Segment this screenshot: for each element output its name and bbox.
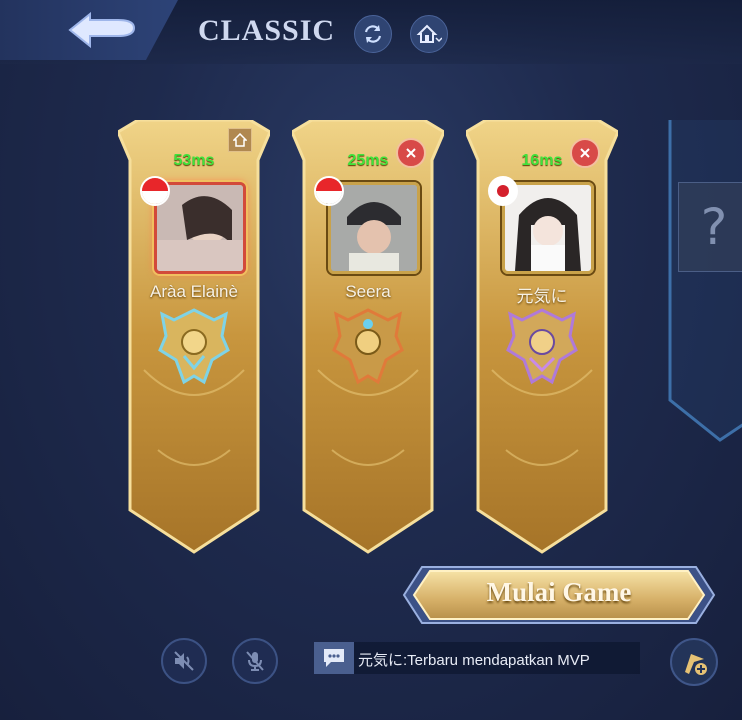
home-visibility-button[interactable] — [410, 15, 448, 53]
player-slot-3[interactable]: 16ms 元気に — [466, 120, 618, 560]
rank-emblem-icon — [332, 308, 404, 385]
chat-message: 元気に:Terbaru mendapatkan MVP — [358, 652, 590, 669]
player-slot-1[interactable]: 53ms Aràa Elainè — [118, 120, 270, 560]
home-icon — [416, 24, 442, 43]
player-name: Aràa Elainè — [150, 282, 238, 301]
top-bar: CLASSIC — [0, 0, 742, 64]
ping-label: 25ms — [347, 152, 389, 169]
ping-label: 16ms — [521, 152, 563, 169]
back-button[interactable] — [0, 0, 178, 60]
indonesia-flag-icon — [314, 176, 344, 206]
empty-slot-placeholder: ? — [678, 182, 742, 272]
mic-muted-icon — [246, 651, 264, 671]
invite-share-button[interactable] — [670, 638, 718, 686]
host-home-icon — [228, 128, 252, 152]
question-mark-icon: ? — [700, 198, 728, 256]
japan-flag-icon — [488, 176, 518, 206]
mic-mute-button[interactable] — [232, 638, 278, 684]
refresh-icon — [364, 25, 382, 43]
speaker-muted-icon — [174, 651, 194, 671]
chat-bar[interactable]: 元気に:Terbaru mendapatkan MVP — [314, 642, 640, 674]
invite-flag-plus-icon — [685, 654, 707, 675]
empty-player-slot[interactable]: ? — [650, 120, 742, 450]
mode-title: CLASSIC — [198, 14, 336, 47]
ping-label: 53ms — [173, 152, 215, 169]
refresh-button[interactable] — [354, 15, 392, 53]
speaker-mute-button[interactable] — [161, 638, 207, 684]
back-arrow-icon — [68, 11, 136, 49]
empty-slot-frame — [668, 120, 742, 442]
rank-emblem-icon — [158, 308, 230, 385]
player-slot-2[interactable]: 25ms Seera — [292, 120, 444, 560]
player-name: 元気に — [516, 287, 568, 306]
player-name: Seera — [345, 282, 391, 301]
chat-icon[interactable] — [314, 642, 354, 674]
indonesia-flag-icon — [140, 176, 170, 206]
start-game-label: Mulai Game — [486, 577, 632, 607]
start-game-button[interactable]: Mulai Game — [400, 563, 718, 627]
rank-emblem-icon — [506, 308, 578, 385]
